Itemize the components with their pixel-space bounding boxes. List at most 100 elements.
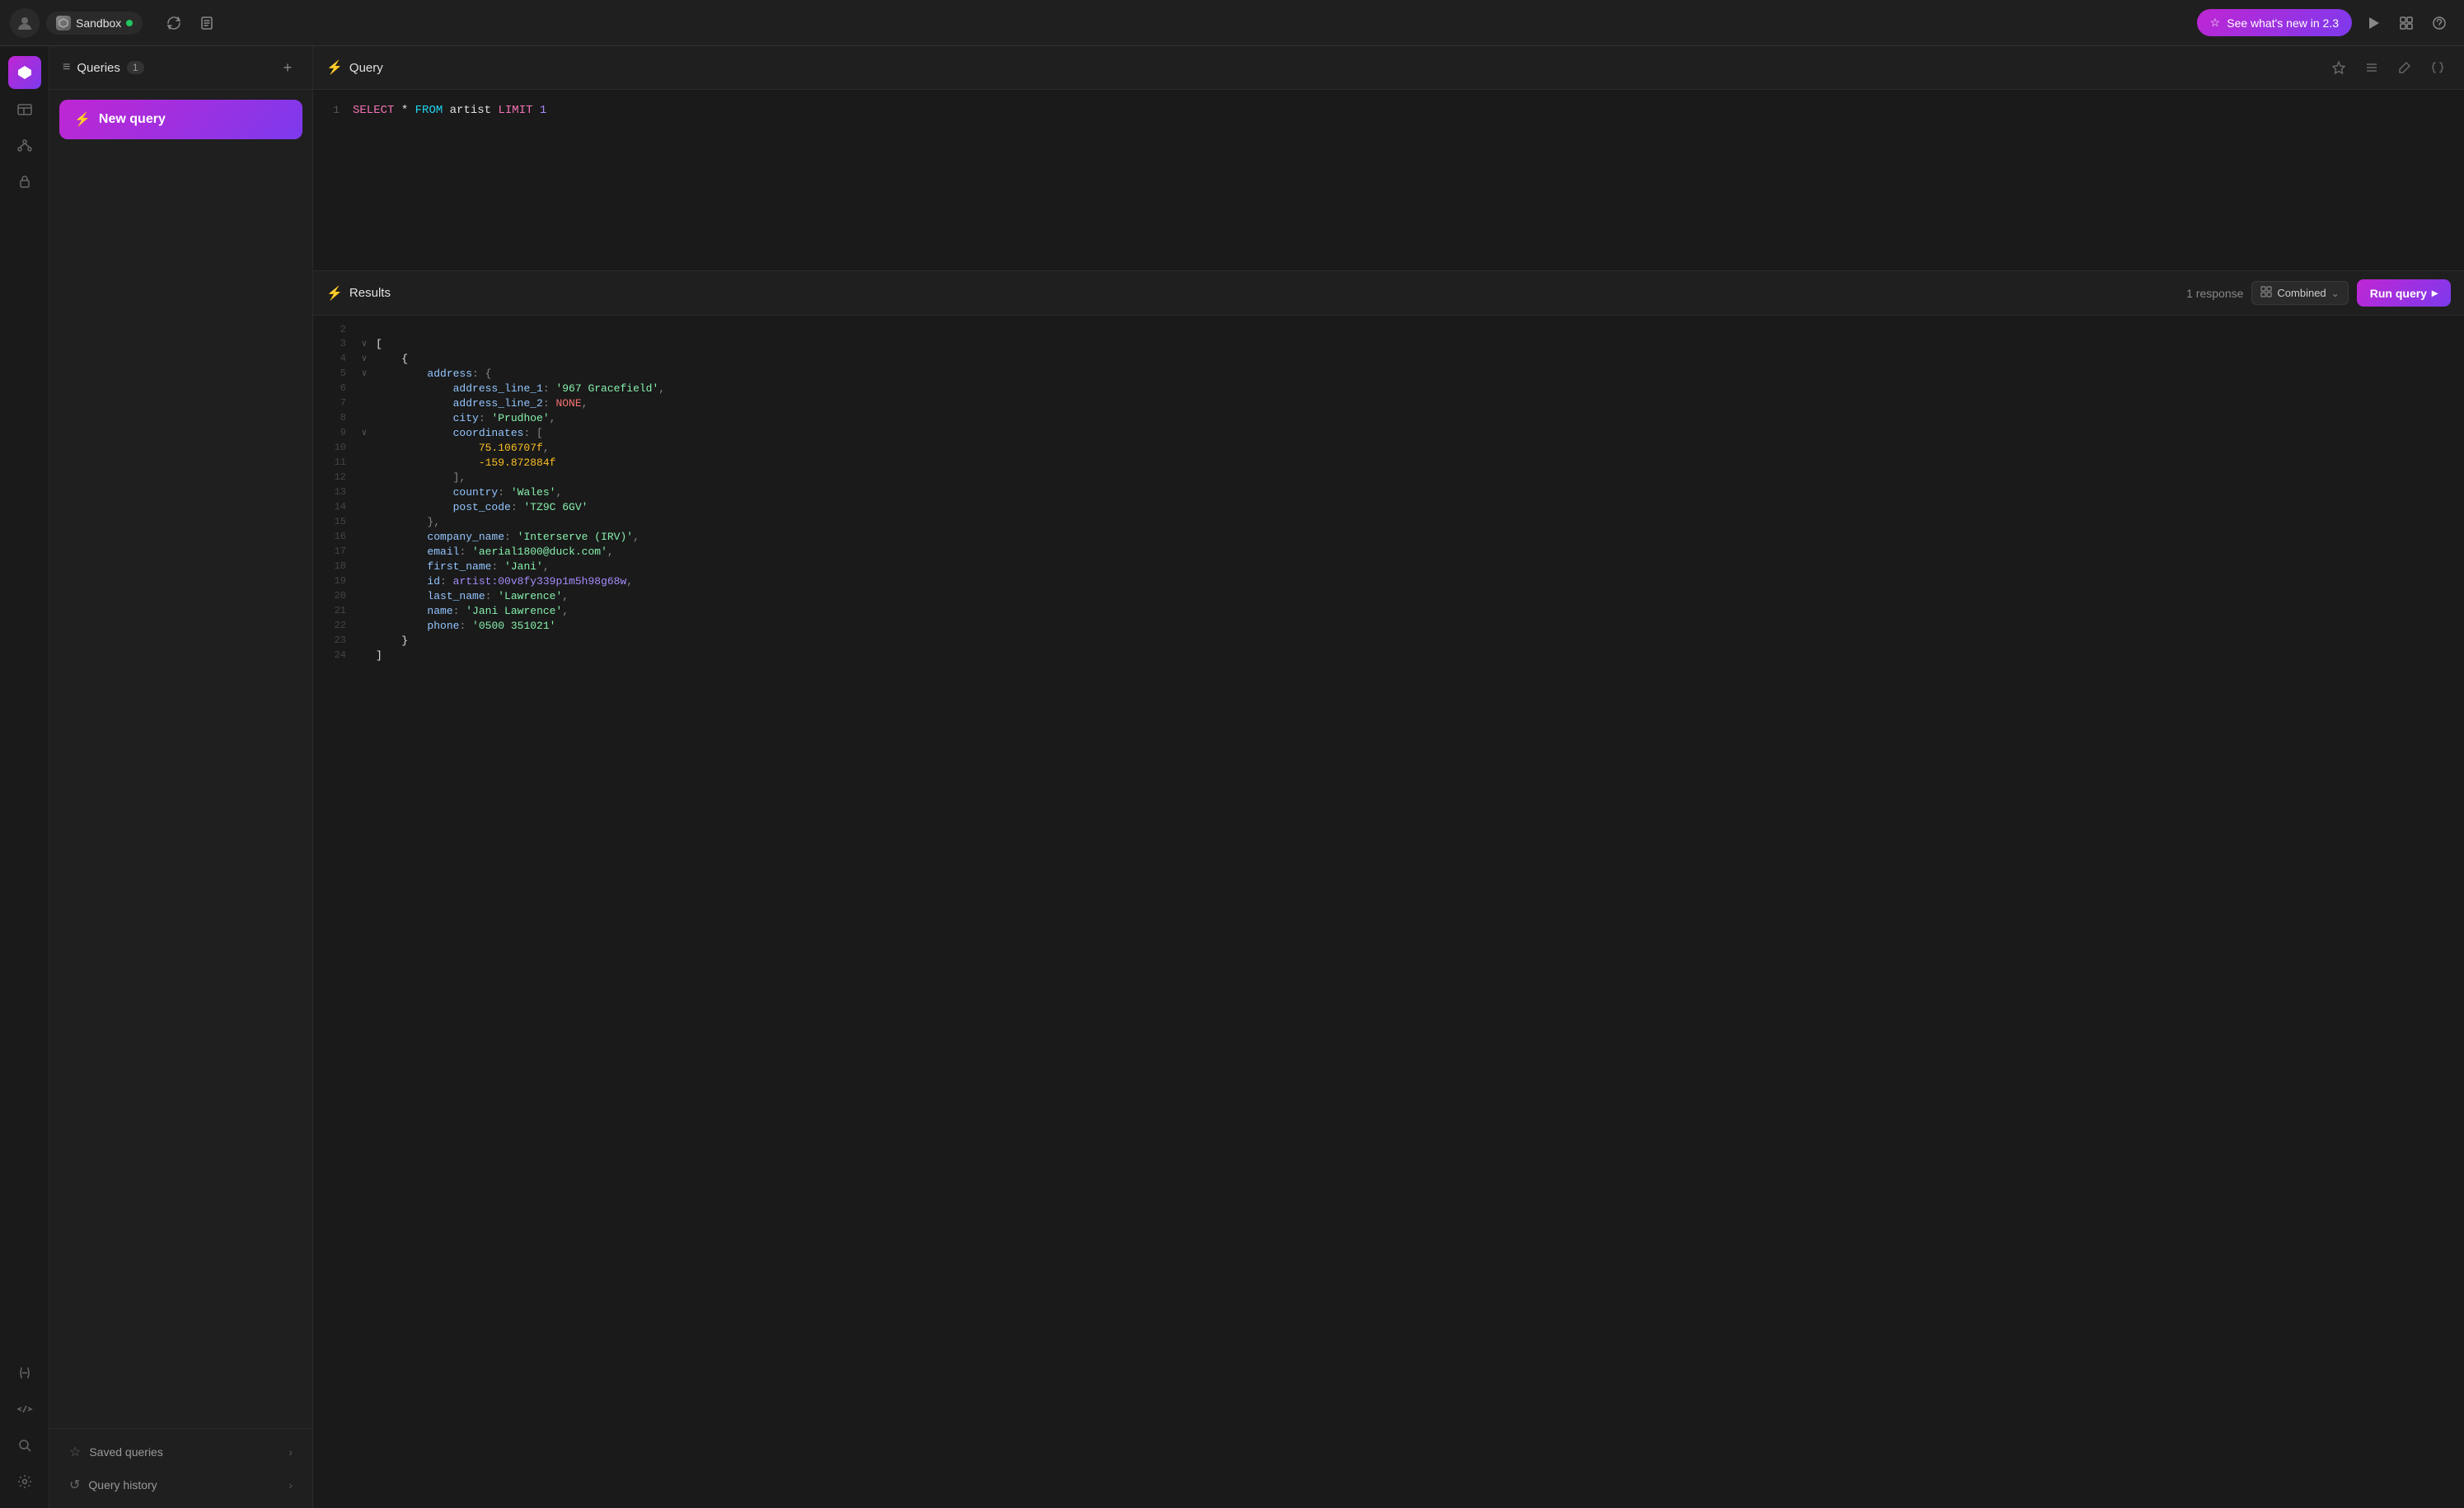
result-line: 21 name: 'Jani Lawrence', <box>313 603 2464 618</box>
rail-settings-icon[interactable] <box>8 1465 41 1498</box>
result-line-number: 7 <box>313 397 356 409</box>
sync-button[interactable] <box>159 8 189 38</box>
query-header-right <box>2326 54 2451 81</box>
result-line-content: 75.106707f, <box>372 442 550 454</box>
document-button[interactable] <box>192 8 222 38</box>
combined-selector[interactable]: Combined ⌄ <box>2251 281 2348 305</box>
result-line-number: 5 <box>313 368 356 379</box>
whats-new-button[interactable]: ☆ See what's new in 2.3 <box>2197 9 2352 36</box>
result-line-toggle[interactable]: ∨ <box>356 338 372 349</box>
run-query-button[interactable]: Run query ▸ <box>2357 279 2451 307</box>
sidebar-header-left: ≡ Queries 1 <box>63 60 144 75</box>
result-line-number: 19 <box>313 575 356 587</box>
result-line-content: id: artist:00v8fy339p1m5h98g68w, <box>372 575 633 588</box>
combined-label: Combined <box>2277 287 2326 299</box>
rail-queries-icon[interactable] <box>8 56 41 89</box>
result-line-content: post_code: 'TZ9C 6GV' <box>372 501 588 513</box>
query-history-item[interactable]: ↺ Query history › <box>56 1468 306 1501</box>
chevron-icon: ⌄ <box>2331 288 2340 299</box>
sidebar: ≡ Queries 1 + ⚡ New query ☆ Saved querie… <box>49 46 313 1508</box>
run-icon: ▸ <box>2432 286 2438 300</box>
result-line-number: 2 <box>313 324 356 335</box>
result-line-number: 14 <box>313 501 356 513</box>
combined-icon <box>2260 286 2272 300</box>
list-button[interactable] <box>2359 54 2385 81</box>
result-line-number: 12 <box>313 471 356 483</box>
workspace-icon <box>56 16 71 30</box>
result-line-number: 22 <box>313 620 356 631</box>
saved-queries-item[interactable]: ☆ Saved queries › <box>56 1435 306 1468</box>
result-line-number: 18 <box>313 560 356 572</box>
result-line-toggle[interactable]: ∨ <box>356 353 372 364</box>
response-count: 1 response <box>2186 287 2243 300</box>
result-line-number: 3 <box>313 338 356 349</box>
query-title: Query <box>349 61 383 75</box>
code-line: 1 SELECT * FROM artist LIMIT 1 <box>313 103 2464 118</box>
rail-graph-icon[interactable] <box>8 129 41 162</box>
query-history-label: Query history <box>88 1478 157 1492</box>
result-line-number: 20 <box>313 590 356 602</box>
help-button[interactable] <box>2424 8 2454 38</box>
play-button[interactable] <box>2359 8 2388 38</box>
result-line: 8 city: 'Prudhoe', <box>313 410 2464 425</box>
result-line-number: 6 <box>313 382 356 394</box>
result-line-content: first_name: 'Jani', <box>372 560 550 573</box>
grid-button[interactable] <box>2391 8 2421 38</box>
result-line-content: address_line_1: '967 Gracefield', <box>372 382 665 395</box>
result-line: 4 ∨ { <box>313 351 2464 366</box>
result-line: 11 -159.872884f <box>313 455 2464 470</box>
result-line: 22 phone: '0500 351021' <box>313 618 2464 633</box>
query-panel: ⚡ Query <box>313 46 2464 1508</box>
rail-search-icon[interactable] <box>8 1429 41 1462</box>
result-line: 16 company_name: 'Interserve (IRV)', <box>313 529 2464 544</box>
sidebar-menu-icon: ≡ <box>63 60 70 75</box>
sidebar-count: 1 <box>127 61 144 74</box>
result-line: 18 first_name: 'Jani', <box>313 559 2464 574</box>
results-code[interactable]: 2 3 ∨ [ 4 ∨ { 5 ∨ address: { 6 address_l… <box>313 316 2464 1508</box>
new-query-label: New query <box>99 112 166 127</box>
result-line: 17 email: 'aerial1800@duck.com', <box>313 544 2464 559</box>
result-line-content: country: 'Wales', <box>372 486 562 499</box>
edit-button[interactable] <box>2391 54 2418 81</box>
result-line-number: 8 <box>313 412 356 424</box>
sidebar-footer: ☆ Saved queries › ↺ Query history › <box>49 1428 312 1508</box>
sidebar-content: ⚡ New query <box>49 90 312 1428</box>
result-line-content: -159.872884f <box>372 457 555 469</box>
topbar-right-icons <box>2359 8 2454 38</box>
result-line-content: company_name: 'Interserve (IRV)', <box>372 531 639 543</box>
saved-queries-chevron: › <box>288 1445 293 1459</box>
whats-new-label: See what's new in 2.3 <box>2227 16 2339 30</box>
code-editor[interactable]: 1 SELECT * FROM artist LIMIT 1 <box>313 90 2464 271</box>
braces-button[interactable] <box>2424 54 2451 81</box>
add-query-button[interactable]: + <box>276 56 299 79</box>
result-line: 9 ∨ coordinates: [ <box>313 425 2464 440</box>
results-title: Results <box>349 286 391 300</box>
result-line: 14 post_code: 'TZ9C 6GV' <box>313 499 2464 514</box>
new-query-button[interactable]: ⚡ New query <box>59 100 302 139</box>
line-content: SELECT * FROM artist LIMIT 1 <box>353 104 546 117</box>
result-line-toggle[interactable]: ∨ <box>356 427 372 438</box>
topbar: Sandbox <box>0 0 2464 46</box>
rail-lock-icon[interactable] <box>8 165 41 198</box>
result-line: 5 ∨ address: { <box>313 366 2464 381</box>
online-indicator <box>126 20 133 26</box>
rail-function-icon[interactable] <box>8 1356 41 1389</box>
result-line: 13 country: 'Wales', <box>313 485 2464 499</box>
result-line: 15 }, <box>313 514 2464 529</box>
query-history-left: ↺ Query history <box>69 1477 157 1493</box>
result-line-toggle[interactable]: ∨ <box>356 368 372 379</box>
results-header: ⚡ Results 1 response <box>313 271 2464 316</box>
result-line-number: 21 <box>313 605 356 616</box>
result-line-number: 15 <box>313 516 356 527</box>
workspace-name: Sandbox <box>76 16 121 30</box>
result-line-content: last_name: 'Lawrence', <box>372 590 569 602</box>
rail-code-icon[interactable] <box>8 1393 41 1426</box>
star-button[interactable] <box>2326 54 2352 81</box>
rail-tables-icon[interactable] <box>8 92 41 125</box>
star-icon: ☆ <box>2210 16 2221 30</box>
result-line-content: name: 'Jani Lawrence', <box>372 605 569 617</box>
workspace-selector[interactable]: Sandbox <box>46 12 143 35</box>
result-line-content: coordinates: [ <box>372 427 543 439</box>
result-line-number: 23 <box>313 635 356 646</box>
query-icon: ⚡ <box>326 59 343 76</box>
